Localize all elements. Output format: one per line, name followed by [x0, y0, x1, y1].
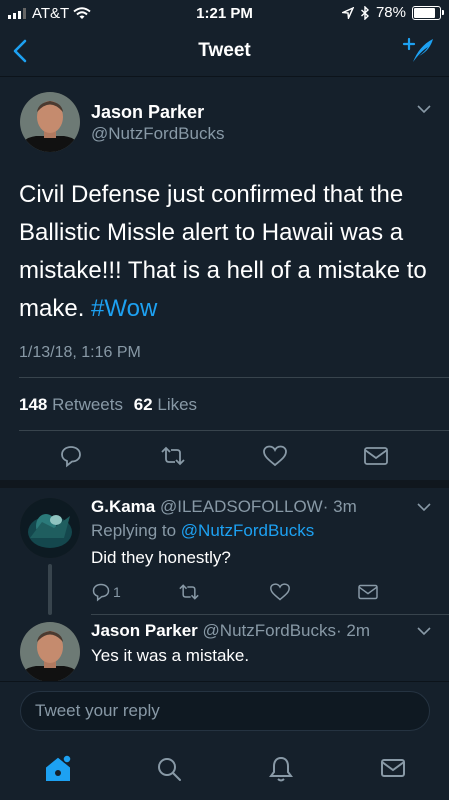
bluetooth-icon [360, 5, 369, 20]
reply-text: Did they honestly? [91, 548, 231, 567]
author-handle[interactable]: @NutzFordBucks [91, 124, 224, 144]
dm-share-button[interactable] [363, 445, 389, 467]
chevron-down-icon [417, 627, 431, 636]
home-icon [46, 754, 72, 781]
tab-messages[interactable] [380, 757, 406, 779]
compose-tweet-button[interactable] [401, 36, 435, 64]
envelope-icon [358, 584, 378, 600]
envelope-icon [381, 759, 405, 777]
bell-icon [269, 756, 293, 782]
reply-menu-button[interactable] [416, 626, 432, 636]
reply-retweet-button[interactable] [177, 582, 201, 602]
like-button[interactable] [262, 444, 288, 468]
reply-header: Jason Parker @NutzFordBucks· 2m [91, 621, 370, 641]
like-count: 62 [133, 395, 153, 414]
reply-time: · 2m [336, 621, 370, 640]
reply-icon [92, 583, 110, 602]
reply-author-name[interactable]: G.Kama [91, 497, 155, 516]
author-name[interactable]: Jason Parker [91, 102, 204, 123]
tweet-timestamp: 1/13/18, 1:16 PM [19, 344, 141, 361]
tab-home[interactable] [43, 754, 73, 784]
reply-like-button[interactable] [269, 582, 291, 602]
retweet-stat[interactable]: 148 Retweets [19, 395, 123, 414]
page-title: Tweet [198, 40, 251, 61]
avatar-photo [20, 92, 80, 152]
reply-count: 1 [113, 584, 121, 600]
nav-bar: Tweet [0, 26, 449, 77]
reply-dm-button[interactable] [357, 583, 379, 601]
reply-header: G.Kama @ILEADSOFOLLOW· 3m [91, 497, 357, 517]
hashtag-link[interactable]: #Wow [91, 295, 157, 322]
chevron-down-icon [417, 105, 431, 114]
replying-to: Replying to @NutzFordBucks [91, 521, 314, 541]
tab-notifications[interactable] [268, 755, 294, 783]
reply-text: Yes it was a mistake. [91, 646, 250, 665]
retweet-count: 148 [19, 395, 48, 414]
heart-icon [263, 445, 287, 467]
status-right: 78% [341, 4, 444, 21]
reply-icon [61, 446, 81, 468]
divider [91, 614, 449, 615]
chevron-down-icon [417, 503, 431, 512]
tweet-actions [0, 440, 449, 476]
retweet-button[interactable] [159, 444, 187, 468]
heart-icon [270, 583, 290, 601]
retweet-icon [161, 446, 185, 466]
like-stat[interactable]: 62 Likes [134, 395, 197, 414]
reply-input[interactable] [21, 692, 449, 730]
divider [19, 430, 449, 431]
battery-icon [412, 5, 444, 20]
replying-to-link[interactable]: @NutzFordBucks [181, 521, 314, 540]
retweet-label: Retweets [52, 395, 123, 414]
reply-actions: 1 [0, 580, 449, 606]
search-icon [158, 758, 181, 781]
tweet-body: Civil Defense just confirmed that the Ba… [19, 181, 427, 322]
reply-button[interactable] [59, 444, 83, 468]
reply-reply-button[interactable]: 1 [91, 582, 121, 602]
battery-percent: 78% [375, 4, 406, 21]
reply-time: · 3m [322, 497, 357, 516]
status-bar: AT&T 1:21 PM 78% [0, 0, 449, 26]
reply-menu-button[interactable] [416, 502, 432, 512]
reply-avatar[interactable] [20, 622, 80, 682]
section-separator [0, 480, 449, 488]
reply-author-handle[interactable]: @ILEADSOFOLLOW [160, 497, 323, 516]
engagement-stats: 148 Retweets 62 Likes [19, 395, 197, 415]
reply-avatar[interactable] [20, 498, 80, 558]
like-label: Likes [157, 395, 198, 414]
tab-search[interactable] [155, 755, 183, 783]
replying-to-label: Replying to [91, 521, 177, 540]
compose-feather-icon [402, 37, 433, 62]
location-icon [341, 6, 354, 19]
envelope-icon [364, 447, 388, 465]
reply-author-name[interactable]: Jason Parker [91, 621, 198, 640]
retweet-icon [179, 584, 199, 600]
reply-author-handle[interactable]: @NutzFordBucks [203, 621, 336, 640]
avatar-image [20, 498, 80, 558]
tweet-menu-button[interactable] [416, 104, 432, 114]
avatar-photo [20, 622, 80, 682]
tweet-text: Civil Defense just confirmed that the Ba… [19, 176, 439, 328]
avatar[interactable] [20, 92, 80, 152]
divider [19, 377, 449, 378]
reply-field[interactable] [20, 691, 449, 731]
tab-bar [0, 742, 449, 800]
